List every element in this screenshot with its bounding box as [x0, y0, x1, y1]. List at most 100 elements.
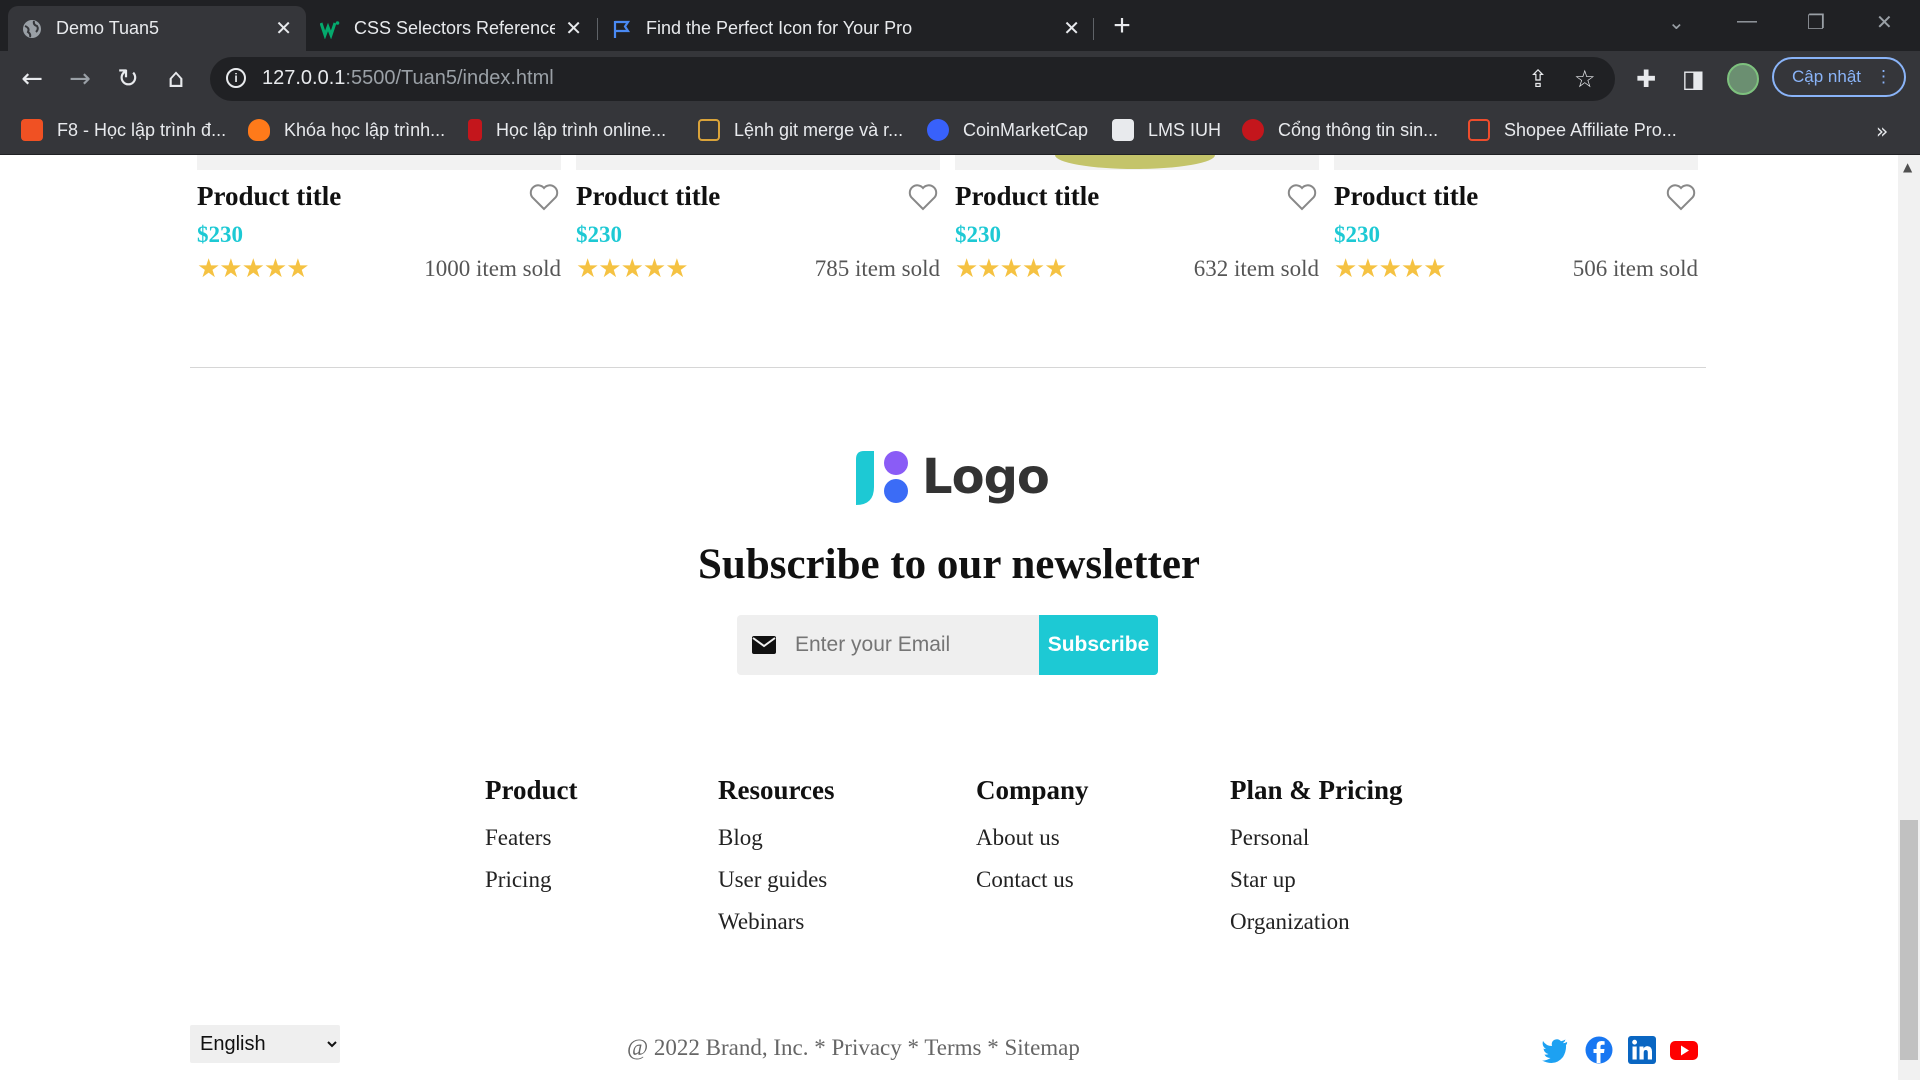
envelope-icon	[752, 636, 776, 654]
tab-search-icon[interactable]: ⌄	[1668, 10, 1685, 35]
footer-link[interactable]: User guides	[718, 866, 834, 893]
footer-column-product: Product Featers Pricing	[485, 775, 578, 908]
bookmark-item[interactable]: Khóa học lập trình...	[248, 119, 445, 141]
product-price: $230	[1334, 222, 1380, 247]
close-window-icon[interactable]: ✕	[1876, 10, 1893, 35]
language-select[interactable]: English	[190, 1025, 340, 1063]
bookmark-item[interactable]: Học lập trình online...	[468, 119, 666, 141]
fire-icon	[248, 119, 270, 141]
product-card[interactable]: Product title $230 ★★★★★ 632 item sold	[955, 155, 1319, 295]
star-rating: ★★★★★	[955, 254, 1068, 284]
bookmark-item[interactable]: LMS IUH	[1112, 119, 1221, 141]
footer-link[interactable]: Contact us	[976, 866, 1089, 893]
share-icon[interactable]: ⇪	[1528, 65, 1548, 93]
column-heading: Plan & Pricing	[1230, 775, 1403, 805]
product-image	[1334, 155, 1698, 170]
browser-toolbar: ← → ↻ ⌂ i 127.0.0.1:5500/Tuan5/index.htm…	[0, 51, 1920, 107]
footer-link[interactable]: Personal	[1230, 824, 1402, 851]
tab-demo-tuan5[interactable]: Demo Tuan5 ✕	[8, 6, 306, 51]
product-price: $230	[955, 222, 1001, 247]
bookmark-label: Lệnh git merge và r...	[734, 119, 904, 140]
bookmark-label: F8 - Học lập trình đ...	[57, 119, 227, 140]
profile-avatar[interactable]	[1727, 63, 1759, 95]
newsletter-form: Subscribe	[737, 615, 1158, 675]
product-price: $230	[576, 222, 622, 247]
tab-title: Demo Tuan5	[56, 18, 160, 38]
tab-find-icon[interactable]: Find the Perfect Icon for Your Pro ✕	[598, 6, 1094, 51]
product-image	[197, 155, 561, 170]
home-icon[interactable]: ⌂	[162, 65, 190, 93]
items-sold: 506 item sold	[1572, 256, 1698, 281]
close-tab-icon[interactable]: ✕	[275, 16, 292, 41]
site-info-icon[interactable]: i	[226, 68, 246, 88]
footer-link[interactable]: Star up	[1230, 866, 1402, 893]
column-heading: Product	[485, 775, 578, 805]
close-tab-icon[interactable]: ✕	[1063, 16, 1080, 41]
globe-icon	[23, 19, 41, 38]
close-tab-icon[interactable]: ✕	[565, 16, 582, 41]
subscribe-button[interactable]: Subscribe	[1039, 615, 1158, 675]
tab-css-selectors[interactable]: CSS Selectors Reference ✕	[306, 6, 596, 51]
tab-separator	[1093, 18, 1094, 40]
heart-icon[interactable]	[1666, 183, 1696, 211]
restore-icon[interactable]: ❐	[1807, 10, 1825, 35]
bookmark-item[interactable]: Cổng thông tin sin...	[1242, 119, 1438, 141]
product-price: $230	[197, 222, 243, 247]
footer-link[interactable]: About us	[976, 824, 1089, 851]
portal-icon	[1242, 119, 1264, 141]
items-sold: 1000 item sold	[424, 256, 561, 281]
flag-icon	[613, 20, 631, 38]
page-viewport: Product title $230 ★★★★★ 1000 item sold …	[0, 155, 1898, 1080]
bookmark-item[interactable]: CoinMarketCap	[927, 119, 1088, 141]
minimize-icon[interactable]: —	[1737, 10, 1757, 33]
youtube-icon[interactable]	[1670, 1036, 1698, 1064]
tab-strip: Demo Tuan5 ✕ CSS Selectors Reference ✕ F…	[0, 0, 1920, 51]
heart-icon[interactable]	[1287, 183, 1317, 211]
forward-icon[interactable]: →	[66, 65, 94, 93]
bookmark-item[interactable]: F8 - Học lập trình đ...	[21, 119, 226, 141]
extensions-icon[interactable]: ✚	[1636, 65, 1656, 93]
product-card[interactable]: Product title $230 ★★★★★ 1000 item sold	[197, 155, 561, 295]
email-input[interactable]	[793, 632, 1027, 658]
new-tab-button[interactable]: +	[1106, 10, 1138, 42]
update-button[interactable]: Cập nhật ⋮	[1772, 57, 1906, 97]
bookmark-label: LMS IUH	[1148, 119, 1222, 140]
coinmarketcap-icon	[927, 119, 949, 141]
bookmark-star-icon[interactable]: ☆	[1574, 65, 1596, 93]
tab-title: Find the Perfect Icon for Your Pro	[646, 18, 913, 38]
footer-link[interactable]: Pricing	[485, 866, 578, 893]
footer-link[interactable]: Blog	[718, 824, 834, 851]
footer-link[interactable]: Organization	[1230, 908, 1402, 935]
heart-icon[interactable]	[529, 183, 559, 211]
address-bar[interactable]: i 127.0.0.1:5500/Tuan5/index.html ⇪ ☆	[210, 57, 1615, 101]
url-text: 127.0.0.1:5500/Tuan5/index.html	[262, 67, 554, 89]
bookmark-label: Học lập trình online...	[496, 119, 667, 140]
product-card[interactable]: Product title $230 ★★★★★ 506 item sold	[1334, 155, 1698, 295]
footer-column-company: Company About us Contact us	[976, 775, 1089, 908]
linkedin-icon[interactable]	[1628, 1036, 1656, 1064]
back-icon[interactable]: ←	[18, 65, 46, 93]
side-panel-icon[interactable]: ◨	[1682, 65, 1705, 93]
email-field-wrapper	[737, 615, 1039, 675]
footer-link[interactable]: Featers	[485, 824, 578, 851]
facebook-icon[interactable]	[1585, 1036, 1613, 1064]
product-card[interactable]: Product title $230 ★★★★★ 785 item sold	[576, 155, 940, 295]
scroll-up-arrow-icon[interactable]: ▲	[1903, 160, 1912, 174]
update-label: Cập nhật	[1792, 67, 1861, 86]
product-title: Product title	[576, 181, 721, 211]
scrollbar-thumb[interactable]	[1900, 820, 1918, 1060]
footer-column-resources: Resources Blog User guides Webinars	[718, 775, 834, 950]
logo-text: Logo	[922, 449, 1050, 505]
product-image	[955, 155, 1319, 170]
items-sold: 785 item sold	[814, 256, 940, 281]
bookmark-item[interactable]: Shopee Affiliate Pro...	[1468, 119, 1677, 141]
footer-logo[interactable]: Logo	[852, 447, 1050, 507]
footer-link[interactable]: Webinars	[718, 908, 834, 935]
twitter-icon[interactable]	[1541, 1036, 1569, 1064]
bookmark-item[interactable]: Lệnh git merge và r...	[698, 119, 903, 141]
f8-icon	[21, 119, 43, 141]
more-bookmarks-icon[interactable]: »	[1876, 119, 1888, 143]
reload-icon[interactable]: ↻	[114, 65, 142, 93]
heart-icon[interactable]	[908, 183, 938, 211]
star-rating: ★★★★★	[197, 254, 310, 284]
